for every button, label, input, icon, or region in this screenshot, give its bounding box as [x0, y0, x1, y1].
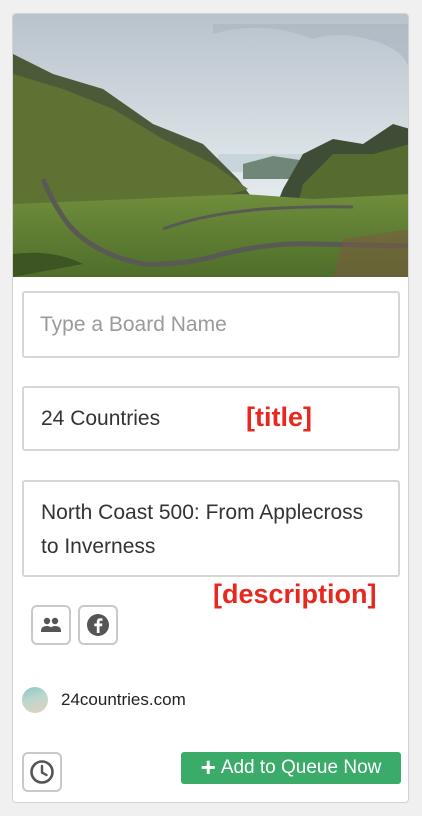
group-icon [41, 617, 61, 632]
pin-card: 24 Countries [title] North Coast 500: Fr… [12, 13, 409, 803]
source-info: 24countries.com [22, 687, 186, 713]
source-avatar [22, 687, 48, 713]
hero-image [13, 14, 408, 277]
description-field[interactable]: North Coast 500: From Applecross to Inve… [22, 480, 400, 577]
title-text: 24 Countries [41, 406, 161, 430]
add-to-queue-button[interactable]: + Add to Queue Now [181, 752, 401, 784]
group-share-button[interactable] [31, 605, 71, 645]
add-to-queue-label: Add to Queue Now [220, 757, 382, 778]
schedule-button[interactable] [22, 752, 62, 792]
facebook-share-button[interactable] [78, 605, 118, 645]
facebook-icon [87, 614, 109, 636]
board-name-field[interactable] [22, 291, 400, 358]
title-tag: [title] [246, 402, 312, 432]
description-tag: [description] [213, 579, 377, 609]
plus-icon: + [200, 752, 216, 782]
description-text: North Coast 500: From Applecross to Inve… [41, 501, 364, 558]
title-field[interactable]: 24 Countries [22, 386, 400, 451]
board-name-input[interactable] [24, 293, 398, 356]
clock-icon [30, 760, 54, 784]
source-domain: 24countries.com [61, 690, 186, 709]
